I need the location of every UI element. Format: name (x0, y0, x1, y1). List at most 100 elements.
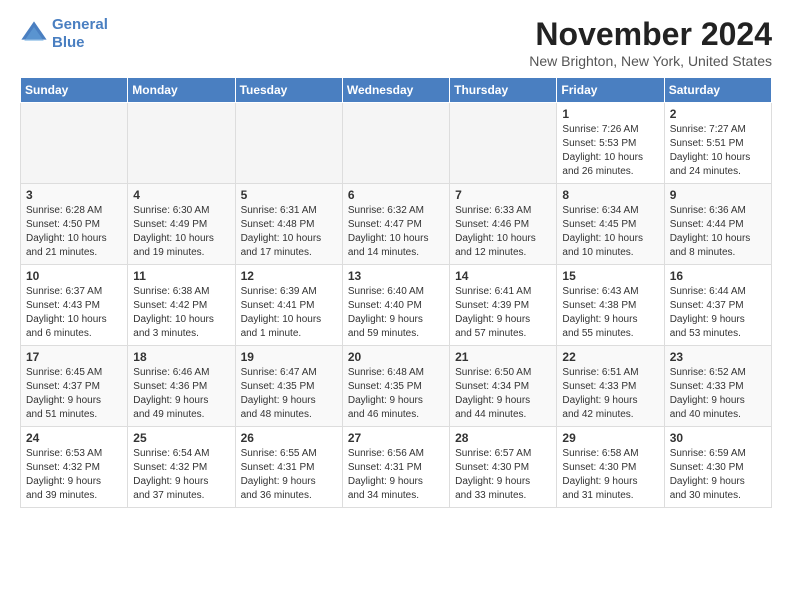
logo-line2: Blue (52, 34, 85, 51)
calendar-cell: 25Sunrise: 6:54 AM Sunset: 4:32 PM Dayli… (128, 427, 235, 508)
calendar-cell: 23 Sunrise: 6:52 AM Sunset: 4:33 PM Dayli… (664, 346, 771, 427)
day-number: 29 (562, 431, 658, 445)
calendar-cell: 20 Sunrise: 6:48 AM Sunset: 4:35 PM Dayli… (342, 346, 449, 427)
calendar-cell: 19Sunrise: 6:47 AM Sunset: 4:35 PM Dayli… (235, 346, 342, 427)
calendar-cell (342, 103, 449, 184)
location: New Brighton, New York, United States (529, 53, 772, 69)
day-info: Sunrise: 6:52 AM Sunset: 4:33 PM Dayligh… (670, 366, 766, 422)
calendar-header-row: SundayMondayTuesdayWednesdayThursdayFrid… (21, 78, 772, 103)
day-number: 2 (670, 107, 766, 121)
day-number: 25 (133, 431, 229, 445)
logo-text: General Blue (52, 16, 108, 52)
calendar-week-4: 17Sunrise: 6:45 AM Sunset: 4:37 PM Dayli… (21, 346, 772, 427)
title-block: November 2024 New Brighton, New York, Un… (529, 16, 772, 69)
calendar-cell: 9Sunrise: 6:36 AM Sunset: 4:44 PM Daylig… (664, 184, 771, 265)
calendar-cell: 30 Sunrise: 6:59 AM Sunset: 4:30 PM Dayli… (664, 427, 771, 508)
day-info: Sunrise: 6:37 AM Sunset: 4:43 PM Dayligh… (26, 285, 122, 341)
day-number: 21 (455, 350, 551, 364)
calendar-cell: 7Sunrise: 6:33 AM Sunset: 4:46 PM Daylig… (450, 184, 557, 265)
calendar-cell: 2 Sunrise: 7:27 AM Sunset: 5:51 PM Daylig… (664, 103, 771, 184)
calendar-cell: 1 Sunrise: 7:26 AM Sunset: 5:53 PM Daylig… (557, 103, 664, 184)
calendar-cell: 16 Sunrise: 6:44 AM Sunset: 4:37 PM Dayli… (664, 265, 771, 346)
day-info: Sunrise: 6:58 AM Sunset: 4:30 PM Dayligh… (562, 447, 658, 503)
day-info: Sunrise: 6:46 AM Sunset: 4:36 PM Dayligh… (133, 366, 229, 422)
month-title: November 2024 (529, 16, 772, 53)
calendar-cell: 28 Sunrise: 6:57 AM Sunset: 4:30 PM Dayli… (450, 427, 557, 508)
calendar-cell: 13Sunrise: 6:40 AM Sunset: 4:40 PM Dayli… (342, 265, 449, 346)
calendar-cell: 10 Sunrise: 6:37 AM Sunset: 4:43 PM Dayli… (21, 265, 128, 346)
day-number: 20 (348, 350, 444, 364)
day-number: 8 (562, 188, 658, 202)
day-info: Sunrise: 7:26 AM Sunset: 5:53 PM Dayligh… (562, 123, 658, 179)
calendar-header-saturday: Saturday (664, 78, 771, 103)
calendar-cell: 12Sunrise: 6:39 AM Sunset: 4:41 PM Dayli… (235, 265, 342, 346)
calendar-cell: 6 Sunrise: 6:32 AM Sunset: 4:47 PM Daylig… (342, 184, 449, 265)
logo-line1: General (52, 16, 108, 33)
calendar-header-wednesday: Wednesday (342, 78, 449, 103)
day-number: 19 (241, 350, 337, 364)
calendar-week-1: 1 Sunrise: 7:26 AM Sunset: 5:53 PM Daylig… (21, 103, 772, 184)
day-number: 30 (670, 431, 766, 445)
calendar-header-monday: Monday (128, 78, 235, 103)
day-number: 26 (241, 431, 337, 445)
calendar-cell: 17Sunrise: 6:45 AM Sunset: 4:37 PM Dayli… (21, 346, 128, 427)
calendar-header-thursday: Thursday (450, 78, 557, 103)
day-info: Sunrise: 6:28 AM Sunset: 4:50 PM Dayligh… (26, 204, 122, 260)
day-info: Sunrise: 6:33 AM Sunset: 4:46 PM Dayligh… (455, 204, 551, 260)
day-info: Sunrise: 7:27 AM Sunset: 5:51 PM Dayligh… (670, 123, 766, 179)
day-number: 5 (241, 188, 337, 202)
day-info: Sunrise: 6:30 AM Sunset: 4:49 PM Dayligh… (133, 204, 229, 260)
day-number: 1 (562, 107, 658, 121)
day-number: 15 (562, 269, 658, 283)
calendar-cell (235, 103, 342, 184)
day-number: 24 (26, 431, 122, 445)
calendar-header-friday: Friday (557, 78, 664, 103)
day-number: 27 (348, 431, 444, 445)
calendar-cell: 11Sunrise: 6:38 AM Sunset: 4:42 PM Dayli… (128, 265, 235, 346)
calendar-cell (128, 103, 235, 184)
day-number: 22 (562, 350, 658, 364)
day-info: Sunrise: 6:41 AM Sunset: 4:39 PM Dayligh… (455, 285, 551, 341)
calendar-cell: 24 Sunrise: 6:53 AM Sunset: 4:32 PM Dayli… (21, 427, 128, 508)
calendar-cell (450, 103, 557, 184)
day-number: 6 (348, 188, 444, 202)
calendar-cell: 8Sunrise: 6:34 AM Sunset: 4:45 PM Daylig… (557, 184, 664, 265)
calendar-cell (21, 103, 128, 184)
day-number: 23 (670, 350, 766, 364)
calendar-table: SundayMondayTuesdayWednesdayThursdayFrid… (20, 77, 772, 508)
day-info: Sunrise: 6:45 AM Sunset: 4:37 PM Dayligh… (26, 366, 122, 422)
calendar-week-2: 3Sunrise: 6:28 AM Sunset: 4:50 PM Daylig… (21, 184, 772, 265)
calendar-cell: 21 Sunrise: 6:50 AM Sunset: 4:34 PM Dayli… (450, 346, 557, 427)
calendar-cell: 29 Sunrise: 6:58 AM Sunset: 4:30 PM Dayli… (557, 427, 664, 508)
calendar-cell: 3Sunrise: 6:28 AM Sunset: 4:50 PM Daylig… (21, 184, 128, 265)
day-info: Sunrise: 6:50 AM Sunset: 4:34 PM Dayligh… (455, 366, 551, 422)
calendar-cell: 14Sunrise: 6:41 AM Sunset: 4:39 PM Dayli… (450, 265, 557, 346)
day-number: 4 (133, 188, 229, 202)
day-info: Sunrise: 6:48 AM Sunset: 4:35 PM Dayligh… (348, 366, 444, 422)
day-number: 16 (670, 269, 766, 283)
day-info: Sunrise: 6:36 AM Sunset: 4:44 PM Dayligh… (670, 204, 766, 260)
day-info: Sunrise: 6:44 AM Sunset: 4:37 PM Dayligh… (670, 285, 766, 341)
calendar-cell: 15 Sunrise: 6:43 AM Sunset: 4:38 PM Dayli… (557, 265, 664, 346)
day-info: Sunrise: 6:51 AM Sunset: 4:33 PM Dayligh… (562, 366, 658, 422)
day-number: 18 (133, 350, 229, 364)
day-info: Sunrise: 6:57 AM Sunset: 4:30 PM Dayligh… (455, 447, 551, 503)
day-info: Sunrise: 6:59 AM Sunset: 4:30 PM Dayligh… (670, 447, 766, 503)
day-info: Sunrise: 6:32 AM Sunset: 4:47 PM Dayligh… (348, 204, 444, 260)
calendar-week-3: 10 Sunrise: 6:37 AM Sunset: 4:43 PM Dayli… (21, 265, 772, 346)
calendar-header-tuesday: Tuesday (235, 78, 342, 103)
calendar-header-sunday: Sunday (21, 78, 128, 103)
day-number: 10 (26, 269, 122, 283)
page-header: General Blue November 2024 New Brighton,… (20, 16, 772, 69)
logo-icon (20, 20, 48, 48)
day-info: Sunrise: 6:53 AM Sunset: 4:32 PM Dayligh… (26, 447, 122, 503)
day-info: Sunrise: 6:31 AM Sunset: 4:48 PM Dayligh… (241, 204, 337, 260)
calendar-cell: 4 Sunrise: 6:30 AM Sunset: 4:49 PM Daylig… (128, 184, 235, 265)
day-info: Sunrise: 6:55 AM Sunset: 4:31 PM Dayligh… (241, 447, 337, 503)
logo: General Blue (20, 16, 108, 52)
calendar-week-5: 24 Sunrise: 6:53 AM Sunset: 4:32 PM Dayli… (21, 427, 772, 508)
day-number: 13 (348, 269, 444, 283)
day-info: Sunrise: 6:43 AM Sunset: 4:38 PM Dayligh… (562, 285, 658, 341)
day-number: 28 (455, 431, 551, 445)
day-info: Sunrise: 6:56 AM Sunset: 4:31 PM Dayligh… (348, 447, 444, 503)
